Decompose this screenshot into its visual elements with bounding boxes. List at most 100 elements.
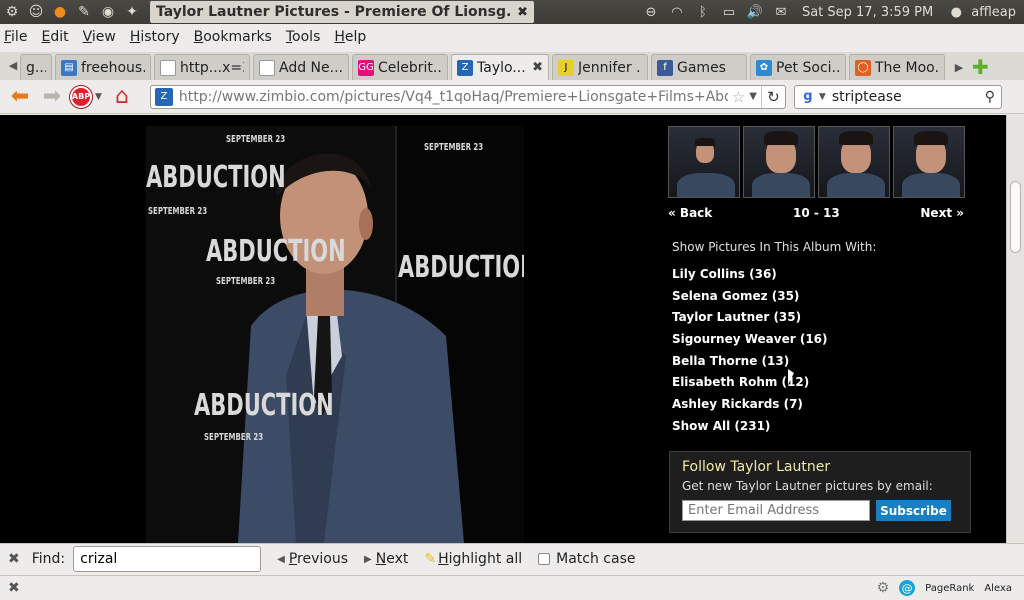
menu-help[interactable]: Help: [334, 29, 366, 45]
find-input[interactable]: [73, 546, 262, 572]
network-tool-icon[interactable]: ✦: [122, 3, 142, 21]
find-previous-button[interactable]: ◀ Previous: [277, 551, 348, 567]
tab-6[interactable]: J Jennifer ...: [552, 54, 648, 80]
text-editor-icon[interactable]: ✎: [74, 3, 94, 21]
checkbox-box[interactable]: [538, 553, 551, 565]
tab-7[interactable]: f Games: [651, 54, 747, 80]
board-date: SEPTEMBER 23: [424, 142, 484, 153]
paw-icon: ✿: [756, 59, 772, 76]
follow-box: Follow Taylor Lautner Get new Taylor Lau…: [669, 451, 971, 533]
close-window-icon[interactable]: ✖: [517, 5, 528, 20]
window-title[interactable]: Taylor Lautner Pictures - Premiere Of Li…: [150, 1, 534, 23]
close-find-bar-icon[interactable]: ✖: [8, 551, 20, 567]
match-case-checkbox[interactable]: Match case: [538, 551, 635, 567]
menu-file[interactable]: File: [4, 29, 27, 45]
person-link[interactable]: Taylor Lautner (35): [672, 307, 988, 329]
search-query[interactable]: striptease: [832, 89, 979, 105]
search-icon[interactable]: ⚲: [979, 89, 1001, 105]
menu-tools[interactable]: Tools: [286, 29, 321, 45]
scrollbar-thumb[interactable]: [1010, 181, 1021, 253]
minus-icon[interactable]: ⊖: [640, 5, 662, 20]
board-date: SEPTEMBER 23: [148, 206, 208, 217]
home-icon[interactable]: ⌂: [108, 84, 136, 110]
board-date: SEPTEMBER 23: [216, 276, 276, 287]
page-scrollbar[interactable]: [1006, 115, 1024, 543]
tab-4[interactable]: GG Celebrit...: [352, 54, 448, 80]
tab-1[interactable]: ▤ freehous...: [55, 54, 151, 80]
pidgin-icon[interactable]: ☺: [26, 3, 46, 21]
close-status-icon[interactable]: ✖: [8, 580, 20, 596]
at-sign-icon[interactable]: @: [899, 580, 916, 596]
menu-edit[interactable]: Edit: [41, 29, 68, 45]
menu-history[interactable]: History: [130, 29, 180, 45]
board-title: ABDUCTION: [206, 234, 346, 269]
highlight-all-button[interactable]: ✎ Highlight all: [424, 551, 522, 567]
close-tab-icon[interactable]: ✖: [528, 60, 543, 75]
person-link[interactable]: Selena Gomez (35): [672, 286, 988, 308]
page-range: 10 - 13: [792, 206, 840, 220]
tab-0[interactable]: g...: [20, 54, 52, 80]
tab-9[interactable]: ◯ The Moo...: [849, 54, 945, 80]
back-arrow-icon[interactable]: ⬅: [6, 84, 34, 110]
show-all-link[interactable]: Show All (231): [672, 416, 988, 438]
forward-arrow-icon[interactable]: ➡: [38, 84, 66, 110]
alexa-label[interactable]: Alexa: [984, 583, 1012, 594]
thumbnail[interactable]: [818, 126, 890, 198]
person-link[interactable]: Ashley Rickards (7): [672, 394, 988, 416]
menu-bookmarks[interactable]: Bookmarks: [194, 29, 272, 45]
reload-icon[interactable]: ↻: [760, 85, 785, 108]
tab-5-active[interactable]: Z Taylo... ✖: [451, 54, 549, 80]
tab-label: Pet Soci...: [776, 59, 840, 76]
adblock-dropdown-icon[interactable]: ▼: [95, 92, 102, 102]
next-link[interactable]: Next »: [920, 206, 964, 220]
board-title: ABDUCTION: [398, 250, 524, 285]
bluetooth-icon[interactable]: ᛒ: [692, 5, 714, 20]
thumbnail[interactable]: [668, 126, 740, 198]
bookmark-star-icon[interactable]: ☆: [732, 88, 745, 106]
battery-icon[interactable]: ▭: [718, 5, 740, 20]
mouse-cursor-icon: [788, 369, 794, 385]
zimbio-site-icon[interactable]: Z: [154, 87, 173, 106]
google-icon[interactable]: g: [799, 88, 817, 106]
tab-8[interactable]: ✿ Pet Soci...: [750, 54, 846, 80]
back-link[interactable]: « Back: [668, 206, 712, 220]
url-bar[interactable]: Z http://www.zimbio.com/pictures/Vq4_t1q…: [149, 84, 786, 109]
user-name[interactable]: affleap: [971, 5, 1016, 20]
new-tab-plus-icon[interactable]: ✚: [972, 55, 989, 79]
blank-page-icon: [160, 59, 176, 76]
find-next-button[interactable]: ▶ Next: [364, 551, 408, 567]
highlighter-icon: ✎: [424, 551, 437, 567]
url-dropdown-icon[interactable]: ▼: [749, 91, 757, 102]
mail-icon[interactable]: ✉: [770, 5, 792, 20]
find-label: Find:: [31, 551, 66, 567]
top-panel: ⚙ ☺ ● ✎ ◉ ✦ Taylor Lautner Pictures - Pr…: [0, 0, 1024, 24]
tab-scroll-right-icon[interactable]: ▶: [952, 61, 966, 74]
firefox-icon[interactable]: ●: [50, 3, 70, 21]
volume-icon[interactable]: 🔊: [744, 5, 766, 20]
person-link[interactable]: Bella Thorne (13): [672, 351, 988, 373]
search-bar[interactable]: g ▼ striptease ⚲: [793, 84, 1002, 109]
tab-label: The Moo...: [875, 59, 939, 76]
tab-3[interactable]: Add Ne...: [253, 54, 349, 80]
menu-view[interactable]: View: [83, 29, 116, 45]
clock[interactable]: Sat Sep 17, 3:59 PM: [802, 5, 933, 20]
wifi-icon[interactable]: ◠: [666, 5, 688, 20]
person-link[interactable]: Elisabeth Rohm (12): [672, 372, 988, 394]
thumbnail[interactable]: [743, 126, 815, 198]
person-link[interactable]: Sigourney Weaver (16): [672, 329, 988, 351]
url-text[interactable]: http://www.zimbio.com/pictures/Vq4_t1qoH…: [179, 89, 728, 105]
pagerank-label[interactable]: PageRank: [925, 583, 974, 594]
thumbnail[interactable]: [893, 126, 965, 198]
tab-scroll-left-icon[interactable]: ◀: [6, 59, 20, 72]
search-engine-dropdown-icon[interactable]: ▼: [819, 92, 826, 102]
tabbar-controls: ▶ ✚: [952, 54, 989, 80]
system-icon[interactable]: ◉: [98, 3, 118, 21]
tab-2[interactable]: http...x=3: [154, 54, 250, 80]
main-photo[interactable]: SEPTEMBER 23 ABDUCTION SEPTEMBER 23 ABDU…: [146, 126, 524, 543]
ubuntu-logo-icon[interactable]: ⚙: [2, 3, 22, 21]
subscribe-button[interactable]: Subscribe: [876, 500, 951, 521]
person-link[interactable]: Lily Collins (36): [672, 264, 988, 286]
adblock-plus-icon[interactable]: ABP: [70, 85, 92, 108]
gear-icon[interactable]: ⚙: [877, 580, 890, 596]
email-field[interactable]: [682, 500, 870, 521]
